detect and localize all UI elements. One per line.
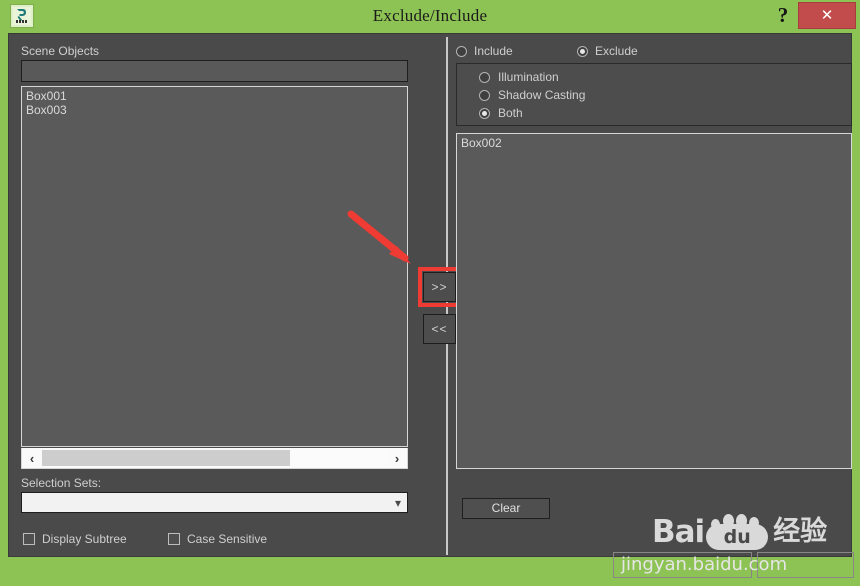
exclude-radio[interactable]	[577, 45, 588, 57]
dialog-body: Scene Objects Box001 Box003 ‹ › Selectio…	[8, 33, 854, 578]
watermark-logo-text: du	[723, 526, 751, 548]
excluded-objects-list[interactable]: Box002	[456, 133, 852, 469]
effect-radio-group: Illumination Shadow Casting Both	[456, 63, 852, 126]
close-button[interactable]: ✕	[798, 2, 856, 29]
list-item[interactable]: Box003	[24, 103, 407, 117]
clear-button[interactable]: Clear	[462, 498, 550, 519]
exclude-label: Exclude	[595, 44, 638, 58]
paw-print-icon: du	[706, 514, 769, 550]
watermark-box-right	[757, 552, 854, 578]
scrollbar-thumb[interactable]	[42, 450, 291, 466]
exclude-radio-row[interactable]: Exclude	[577, 44, 638, 58]
selection-sets-label: Selection Sets:	[21, 476, 102, 490]
help-button[interactable]: ?	[772, 2, 794, 28]
include-radio-row[interactable]: Include	[456, 44, 513, 58]
illumination-label: Illumination	[498, 70, 559, 84]
both-label: Both	[498, 106, 523, 120]
display-subtree-label: Display Subtree	[42, 532, 127, 546]
case-sensitive-checkbox-row[interactable]: Case Sensitive	[168, 532, 267, 546]
exclude-include-dialog: Exclude/Include ? ✕ Scene Objects Box001…	[0, 0, 860, 578]
chevron-down-icon: ▾	[394, 496, 401, 510]
move-to-scene-button[interactable]: <<	[423, 314, 456, 344]
display-subtree-checkbox-row[interactable]: Display Subtree	[23, 532, 127, 546]
case-sensitive-checkbox[interactable]	[168, 533, 180, 545]
watermark-url-row: jingyan.baidu.com	[613, 552, 854, 578]
watermark-suffix: 经验	[773, 516, 828, 547]
shadow-casting-radio-row[interactable]: Shadow Casting	[479, 88, 585, 102]
case-sensitive-label: Case Sensitive	[187, 532, 268, 546]
watermark-box-left	[613, 552, 752, 578]
both-radio[interactable]	[479, 107, 490, 119]
move-to-exclude-button[interactable]: >>	[423, 272, 456, 302]
window-title: Exclude/Include	[372, 6, 488, 25]
illumination-radio-row[interactable]: Illumination	[479, 70, 559, 84]
shadow-casting-label: Shadow Casting	[498, 88, 586, 102]
baidu-jingyan-watermark: Bai du 经验 jingyan.baidu.com	[613, 514, 854, 586]
display-subtree-checkbox[interactable]	[23, 533, 35, 545]
scrollbar-track[interactable]	[42, 448, 387, 468]
scroll-left-icon[interactable]: ‹	[22, 448, 42, 468]
watermark-url: jingyan.baidu.com	[621, 554, 788, 575]
watermark-brand: Bai	[652, 514, 705, 550]
title-bar: Exclude/Include ? ✕	[0, 0, 860, 32]
scene-list-horizontal-scrollbar[interactable]: ‹ ›	[21, 448, 408, 469]
list-item[interactable]: Box002	[459, 136, 851, 150]
illumination-radio[interactable]	[479, 71, 490, 83]
scroll-right-icon[interactable]: ›	[387, 448, 407, 468]
watermark-logo-row: Bai du 经验	[652, 514, 827, 550]
list-item[interactable]: Box001	[24, 89, 407, 103]
include-radio[interactable]	[456, 45, 467, 57]
scene-objects-list[interactable]: Box001 Box003	[21, 86, 408, 447]
scene-objects-label: Scene Objects	[21, 44, 100, 58]
selection-sets-dropdown[interactable]: ▾	[21, 492, 408, 513]
include-label: Include	[474, 44, 513, 58]
both-radio-row[interactable]: Both	[479, 106, 523, 120]
shadow-casting-radio[interactable]	[479, 89, 490, 101]
scene-objects-filter-input[interactable]	[21, 60, 408, 82]
